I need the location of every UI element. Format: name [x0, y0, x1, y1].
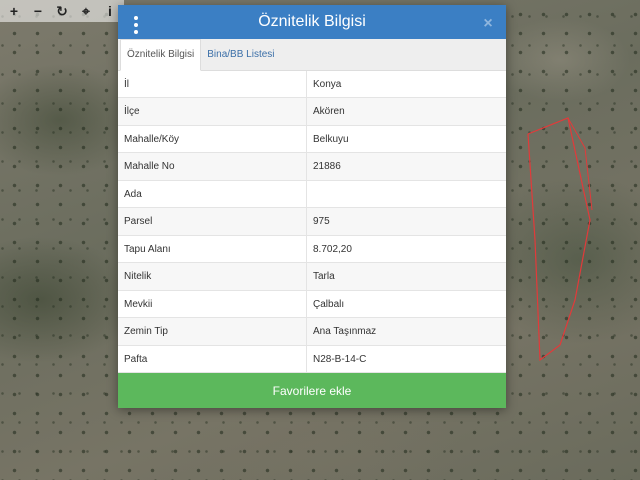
add-favorite-button[interactable]: Favorilere ekle: [118, 373, 506, 408]
zoom-in-icon[interactable]: +: [2, 0, 26, 22]
table-row: Nitelik Tarla: [118, 263, 506, 291]
table-row: İl Konya: [118, 70, 506, 99]
attribute-key: Parsel: [118, 208, 307, 235]
attribute-value: 21886: [313, 161, 341, 173]
attribute-key: Mahalle/Köy: [118, 125, 307, 153]
table-row: Ada: [118, 180, 506, 209]
attribute-key: Zemin Tip: [118, 318, 307, 345]
attribute-value: 975: [313, 216, 330, 228]
locate-icon[interactable]: ⌖: [74, 0, 98, 22]
attribute-value: N28-B-14-C: [313, 353, 367, 365]
table-row: Mahalle No 21886: [118, 153, 506, 181]
parcel-inner-line: [567, 117, 593, 211]
map-toolbar: + − ↻ ⌖ i: [0, 0, 124, 22]
attribute-value: Ana Taşınmaz: [313, 326, 377, 338]
attribute-value: 8.702,20: [313, 243, 352, 255]
attribute-value: Konya: [313, 78, 342, 90]
zoom-out-icon[interactable]: −: [26, 0, 50, 22]
attribute-value: [307, 181, 506, 208]
tab-attribute-info[interactable]: Öznitelik Bilgisi: [120, 38, 202, 71]
attribute-value: Akören: [313, 106, 345, 118]
attribute-key: Mahalle No: [118, 153, 307, 180]
attribute-key: Pafta: [118, 345, 307, 373]
attribute-key: Mevkii: [118, 290, 307, 318]
kebab-menu-icon[interactable]: [130, 16, 142, 34]
modal-header: Öznitelik Bilgisi ×: [118, 5, 506, 39]
table-row: Zemin Tip Ana Taşınmaz: [118, 318, 506, 346]
attribute-key: İlçe: [118, 98, 307, 125]
table-row: Tapu Alanı 8.702,20: [118, 235, 506, 264]
attribute-table: İl Konya İlçe Akören Mahalle/Köy Belkuyu Mahal…: [118, 70, 506, 374]
table-row: İlçe Akören: [118, 98, 506, 126]
table-row: Pafta N28-B-14-C: [118, 345, 506, 374]
close-icon[interactable]: ×: [480, 14, 496, 34]
table-row: Mahalle/Köy Belkuyu: [118, 125, 506, 154]
attribute-key: Nitelik: [118, 263, 307, 290]
attribute-value: Belkuyu: [313, 133, 349, 145]
attribute-key: İl: [118, 70, 307, 98]
parcel-outline: [527, 117, 591, 362]
refresh-icon[interactable]: ↻: [50, 0, 74, 22]
modal-title: Öznitelik Bilgisi: [258, 12, 366, 30]
attribute-key: Tapu Alanı: [118, 235, 307, 263]
attribute-key: Ada: [118, 180, 307, 208]
table-row: Mevkii Çalbalı: [118, 290, 506, 319]
table-row: Parsel 975: [118, 208, 506, 236]
tab-bar: Öznitelik Bilgisi Bina/BB Listesi: [118, 38, 506, 71]
attribute-value: Tarla: [313, 271, 335, 283]
attribute-value: Çalbalı: [313, 298, 345, 310]
attribute-info-modal: Öznitelik Bilgisi × Öznitelik Bilgisi Bi…: [118, 5, 506, 408]
tab-building-list[interactable]: Bina/BB Listesi: [201, 40, 280, 70]
